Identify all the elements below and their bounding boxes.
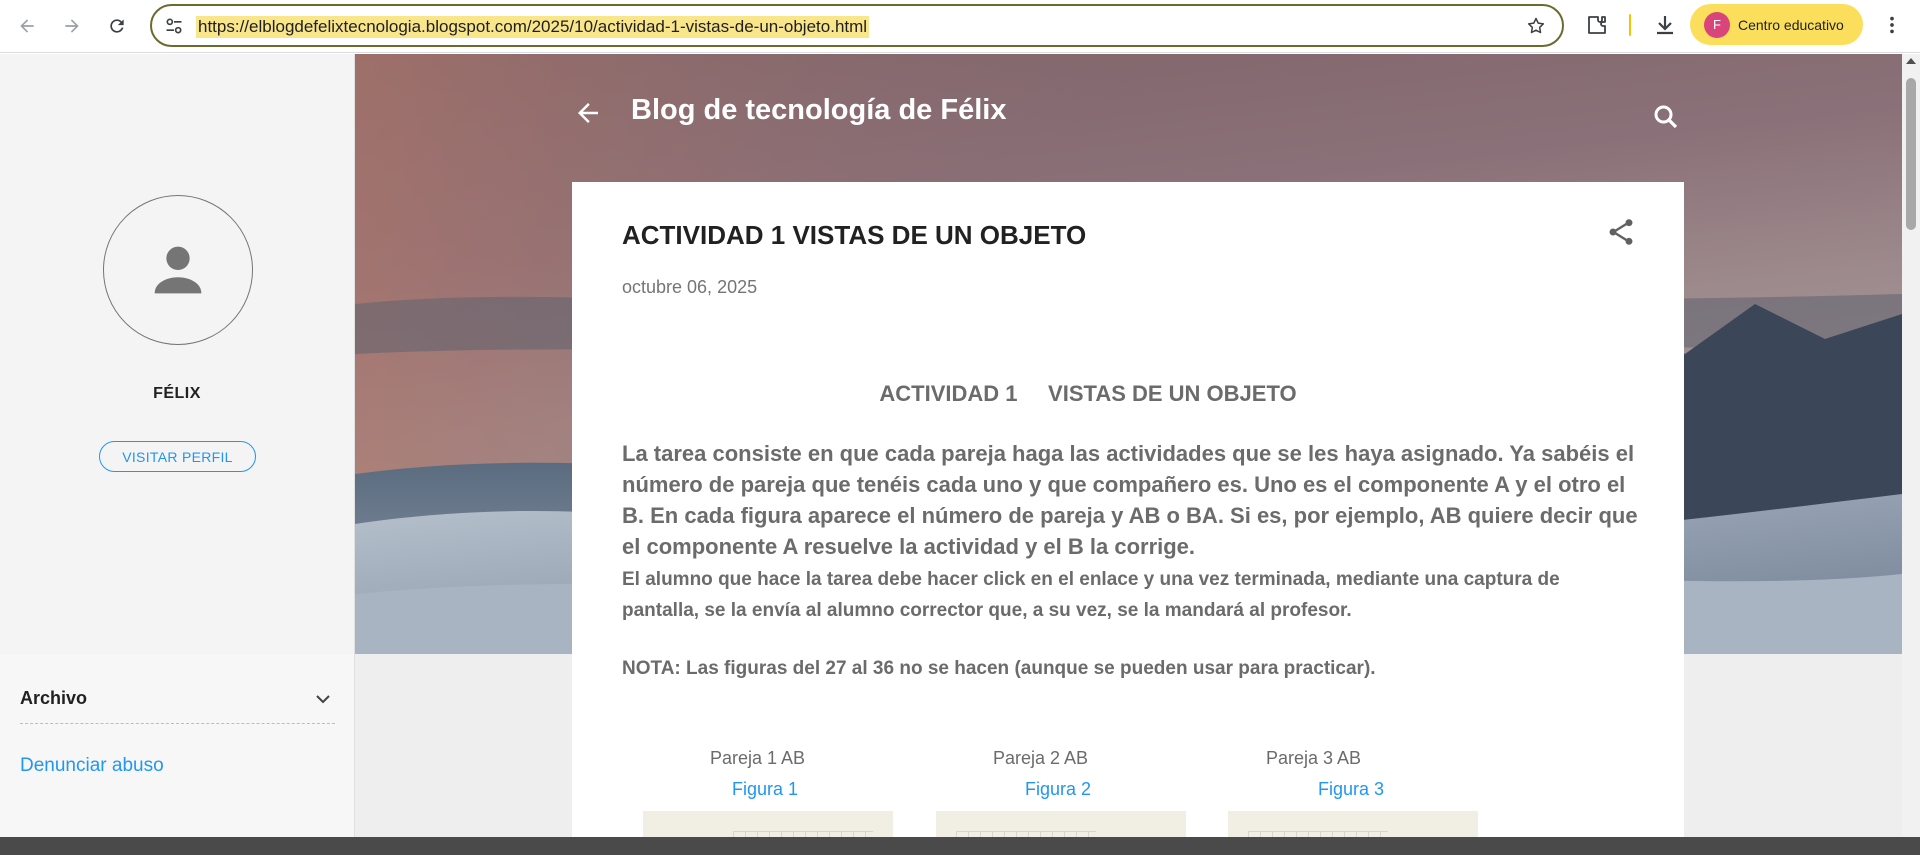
forward-icon	[65, 19, 79, 33]
person-icon	[154, 246, 202, 294]
reload-icon	[110, 19, 124, 33]
profile-chip[interactable]: F Centro educativo	[1690, 4, 1863, 45]
downloads-button[interactable]	[1652, 12, 1678, 38]
back-icon	[20, 19, 34, 33]
profile-label: Centro educativo	[1738, 16, 1844, 33]
scrollbar-thumb[interactable]	[1906, 78, 1916, 230]
profile-panel: FÉLIX VISITAR PERFIL	[0, 54, 354, 654]
post-title: ACTIVIDAD 1 VISTAS DE UN OBJETO	[622, 220, 1087, 250]
chevron-down-icon	[316, 694, 330, 703]
profile-name: FÉLIX	[153, 385, 201, 402]
figure-thumbnail[interactable]	[643, 811, 893, 837]
bottom-strip	[0, 837, 1920, 855]
figure-thumbnail[interactable]	[1228, 811, 1478, 837]
menu-kebab-icon	[1890, 16, 1894, 34]
figure-pair-label: Pareja 1 AB	[710, 748, 806, 768]
report-abuse-link[interactable]: Denunciar abuso	[20, 755, 164, 777]
scroll-up-arrow[interactable]	[1906, 58, 1916, 64]
blog-sidebar: FÉLIX VISITAR PERFIL Archivo Denunciar a…	[0, 54, 355, 837]
reload-button[interactable]	[99, 8, 135, 44]
bookmark-star-icon[interactable]	[1526, 16, 1546, 36]
download-icon	[1657, 16, 1673, 35]
extensions-icon	[1588, 16, 1606, 34]
url-text[interactable]: https://elblogdefelixtecnologia.blogspot…	[196, 16, 870, 38]
browser-toolbar: https://elblogdefelixtecnologia.blogspot…	[0, 0, 1920, 53]
toolbar-divider	[1629, 14, 1631, 36]
figure-pair-label: Pareja 2 AB	[993, 748, 1089, 768]
archive-widget-toggle[interactable]: Archivo	[20, 674, 335, 724]
post-card: ACTIVIDAD 1 VISTAS DE UN OBJETO octubre …	[572, 182, 1684, 837]
arrow-back-icon[interactable]	[573, 98, 603, 128]
figure-pair-label: Pareja 3 AB	[1266, 748, 1362, 768]
blog-title[interactable]: Blog de tecnología de Félix	[631, 94, 1006, 127]
site-info-icon[interactable]	[164, 16, 184, 36]
profile-avatar: F	[1704, 11, 1730, 38]
share-icon[interactable]	[1605, 216, 1637, 248]
post-date: octubre 06, 2025	[622, 277, 758, 297]
post-submission-instructions: El alumno que hace la tarea debe hacer c…	[622, 569, 1560, 621]
figure-thumbnail[interactable]	[936, 811, 1186, 837]
post-note: NOTA: Las figuras del 27 al 36 no se hac…	[622, 658, 1376, 679]
figure-link[interactable]: Figura 2	[1025, 779, 1091, 800]
search-icon[interactable]	[1651, 102, 1681, 132]
blog-header: Blog de tecnología de Félix	[355, 54, 1902, 182]
forward-button[interactable]	[54, 8, 90, 44]
browser-menu-button[interactable]	[1880, 12, 1904, 38]
profile-avatar-circle[interactable]	[103, 195, 253, 345]
main-content: Blog de tecnología de Félix ACTIVIDAD 1 …	[355, 54, 1902, 837]
post-instructions: La tarea consiste en que cada pareja hag…	[622, 441, 1638, 559]
figure-link[interactable]: Figura 1	[732, 779, 798, 800]
figure-link[interactable]: Figura 3	[1318, 779, 1384, 800]
post-body-heading: ACTIVIDAD 1 VISTAS DE UN OBJETO	[879, 381, 1297, 406]
archive-label: Archivo	[20, 688, 88, 708]
extensions-button[interactable]	[1584, 12, 1610, 38]
page-scrollbar[interactable]	[1902, 54, 1920, 837]
visit-profile-button[interactable]: VISITAR PERFIL	[99, 441, 256, 472]
address-bar[interactable]: https://elblogdefelixtecnologia.blogspot…	[150, 4, 1564, 47]
back-button[interactable]	[9, 8, 45, 44]
